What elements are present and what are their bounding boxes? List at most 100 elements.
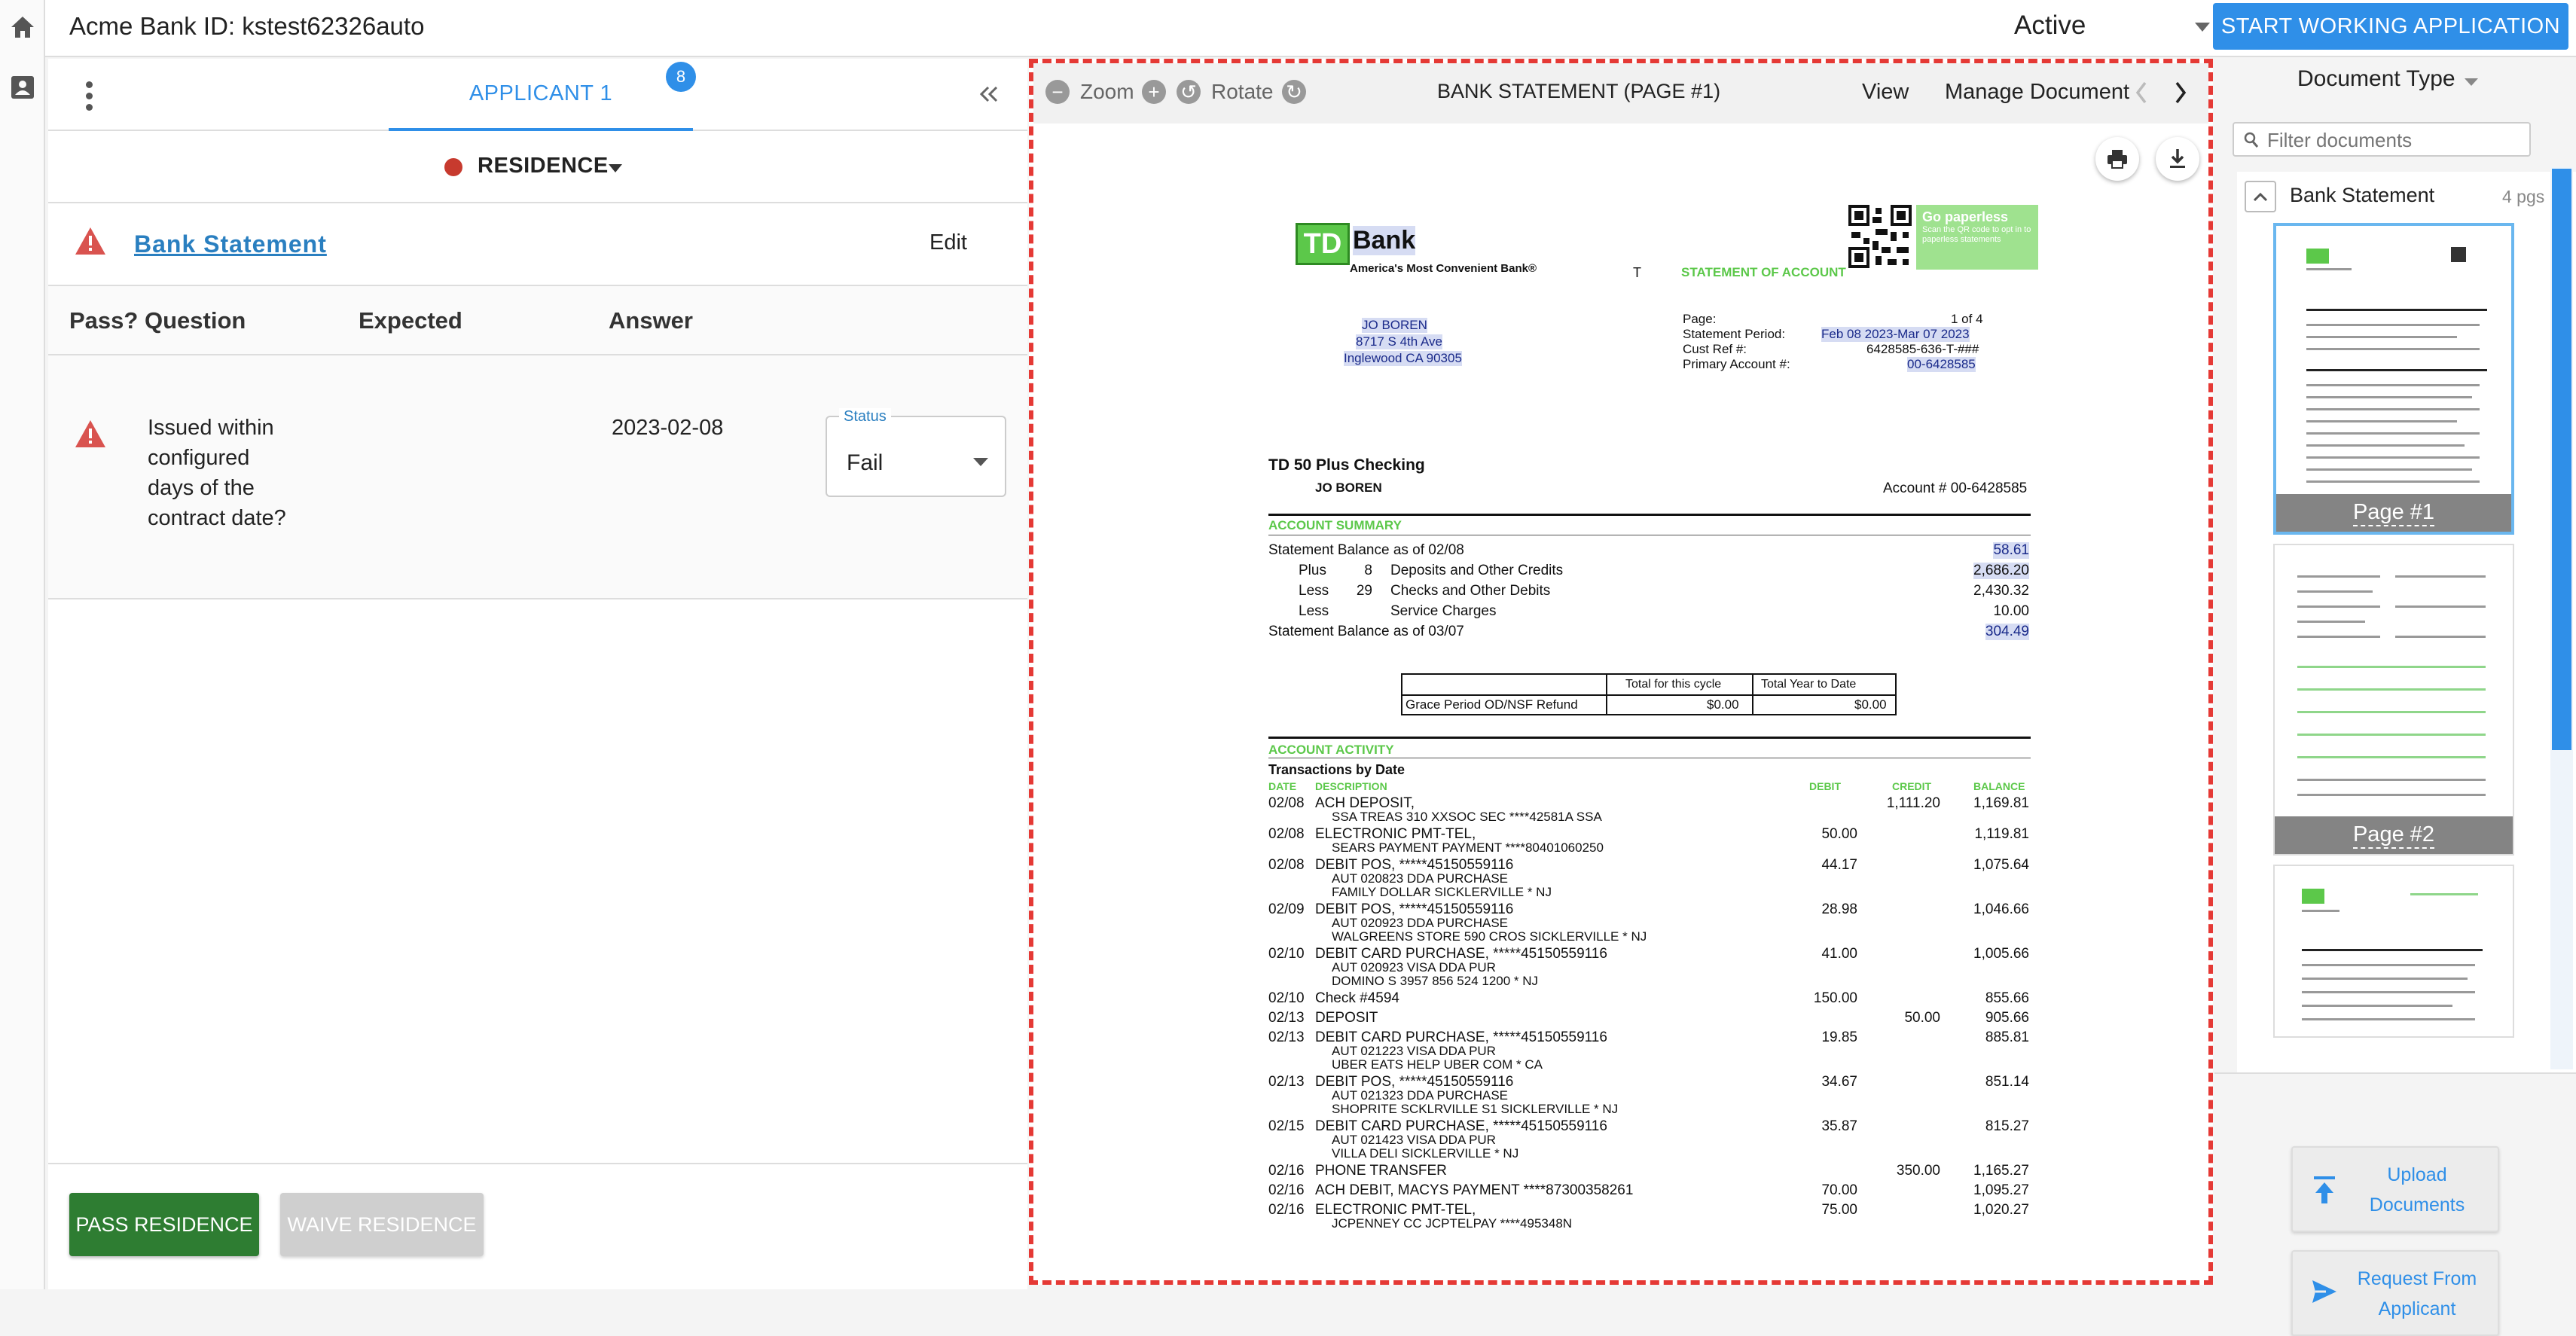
divider xyxy=(1268,737,2031,739)
txn-balance: 1,169.81 xyxy=(1973,795,2029,811)
zoom-out-icon[interactable]: − xyxy=(1045,80,1070,104)
thumbnail-scrollbar-track[interactable] xyxy=(2550,167,2573,1069)
summary-amount: 10.00 xyxy=(1993,603,2029,619)
page-label: Page: xyxy=(1683,312,1717,326)
statement-page: TD Bank America's Most Convenient Bank® … xyxy=(1033,124,2208,1280)
rotate-label: Rotate xyxy=(1211,80,1274,103)
contact-card-icon[interactable] xyxy=(6,71,39,104)
txn-date: 02/16 xyxy=(1268,1163,1305,1179)
page-thumbnail-2[interactable]: Page #2 xyxy=(2273,544,2514,856)
txn-debit: 50.00 xyxy=(1821,826,1857,842)
search-icon xyxy=(2244,132,2259,148)
manage-document-menu[interactable]: Manage Document xyxy=(1945,80,2129,105)
column-answer: Answer xyxy=(609,307,693,334)
txn-date: 02/08 xyxy=(1268,826,1305,842)
thumbnail-scrollbar-thumb[interactable] xyxy=(2552,169,2571,750)
chevron-down-icon xyxy=(973,458,988,466)
txn-debit: 75.00 xyxy=(1821,1202,1857,1218)
txn-detail: DOMINO S 3957 856 524 1200 * NJ xyxy=(1332,974,1539,988)
txn-credit: 50.00 xyxy=(1904,1010,1940,1026)
download-icon[interactable] xyxy=(2156,137,2199,181)
account-holder: JO BOREN xyxy=(1315,480,1382,495)
txn-detail: AUT 021223 VISA DDA PUR xyxy=(1332,1044,1496,1058)
summary-count: 8 xyxy=(1364,563,1372,578)
txn-date: 02/10 xyxy=(1268,946,1305,962)
filter-documents-field[interactable] xyxy=(2233,122,2531,157)
tab-applicant-1[interactable]: APPLICANT 1 xyxy=(389,59,693,131)
zoom-label: Zoom xyxy=(1080,80,1134,103)
left-rail xyxy=(0,0,45,1289)
page-thumbnail-1[interactable]: Page #1 xyxy=(2273,223,2514,535)
txn-balance: 1,095.27 xyxy=(1973,1182,2029,1198)
account-number: Account # 00-6428585 xyxy=(1883,480,2028,496)
address-name: JO BOREN xyxy=(1362,318,1427,333)
summary-amount: 2,430.32 xyxy=(1973,583,2029,599)
divider xyxy=(1268,514,2031,516)
txn-debit: 28.98 xyxy=(1821,901,1857,917)
txn-date: 02/10 xyxy=(1268,990,1305,1006)
txn-date: 02/13 xyxy=(1268,1010,1305,1026)
viewer-title: BANK STATEMENT (PAGE #1) xyxy=(1437,80,1721,102)
summary-label: Plus xyxy=(1299,563,1326,578)
paperless-text: Scan the QR code to opt in to paperless … xyxy=(1922,225,2031,244)
txn-credit: 1,111.20 xyxy=(1886,795,1940,811)
status-legend: Status xyxy=(839,408,891,426)
applicant-tabs-header: APPLICANT 1 8 xyxy=(48,59,1027,131)
edit-button[interactable]: Edit xyxy=(929,230,967,255)
txn-debit: 44.17 xyxy=(1821,857,1857,873)
txn-detail: AUT 021323 DDA PURCHASE xyxy=(1332,1088,1509,1103)
upload-documents-button[interactable]: Upload Documents xyxy=(2291,1146,2499,1232)
more-options-icon[interactable] xyxy=(74,78,104,113)
filter-documents-input[interactable] xyxy=(2267,128,2523,152)
table-row: Issued within configured days of the con… xyxy=(48,355,1027,599)
txn-debit: 41.00 xyxy=(1821,946,1857,962)
txn-balance: 1,020.27 xyxy=(1973,1202,2029,1218)
column-question: Question xyxy=(145,307,246,334)
paperless-title: Go paperless xyxy=(1922,209,2009,224)
status-value: Fail xyxy=(847,450,884,475)
txn-date: 02/09 xyxy=(1268,901,1305,917)
summary-label: Statement Balance as of 03/07 xyxy=(1268,624,1464,639)
txn-balance: 1,075.64 xyxy=(1973,857,2029,873)
start-working-application-button[interactable]: START WORKING APPLICATION xyxy=(2213,3,2568,50)
pass-residence-button[interactable]: PASS RESIDENCE xyxy=(69,1193,259,1256)
top-bar: Acme Bank ID: kstest62326auto Active STA… xyxy=(45,0,2576,57)
next-page-icon[interactable] xyxy=(2172,80,2189,109)
zoom-in-icon[interactable]: + xyxy=(1142,80,1166,104)
questions-table-header: Pass? Question Expected Answer xyxy=(48,286,1027,355)
application-status-select[interactable]: Active xyxy=(2014,11,2210,47)
document-group-count: 4 pgs xyxy=(2502,187,2545,206)
txn-detail: FAMILY DOLLAR SICKLERVILLE * NJ xyxy=(1332,885,1552,899)
collapse-group-icon[interactable] xyxy=(2245,181,2276,212)
waive-residence-button[interactable]: WAIVE RESIDENCE xyxy=(280,1193,484,1256)
previous-page-icon[interactable] xyxy=(2133,80,2150,109)
txn-detail: SEARS PAYMENT PAYMENT ****80401060250 xyxy=(1332,840,1604,855)
collapse-panel-icon[interactable] xyxy=(970,75,1008,113)
address-city: Inglewood CA 90305 xyxy=(1344,351,1462,366)
bank-statement-link[interactable]: Bank Statement xyxy=(134,230,327,258)
warning-icon xyxy=(74,226,107,260)
txn-balance: 1,165.27 xyxy=(1973,1163,2029,1179)
grace-table: Total for this cycle Total Year to Date … xyxy=(1401,673,1897,715)
primary-account-value: 00-6428585 xyxy=(1907,357,1976,372)
txn-detail: SSA TREAS 310 XXSOC SEC ****42581A SSA xyxy=(1332,810,1602,824)
print-icon[interactable] xyxy=(2095,137,2139,181)
txn-debit: 70.00 xyxy=(1821,1182,1857,1198)
upload-icon xyxy=(2314,1176,2335,1203)
chevron-down-icon xyxy=(609,164,622,172)
rotate-right-icon[interactable]: ↻ xyxy=(1282,80,1306,104)
td-logo: TD xyxy=(1296,223,1350,265)
home-icon[interactable] xyxy=(6,11,39,44)
summary-description: Service Charges xyxy=(1390,603,1497,619)
txn-debit: 19.85 xyxy=(1821,1029,1857,1045)
txn-detail: AUT 020923 VISA DDA PUR xyxy=(1332,960,1496,975)
status-select[interactable]: Status Fail xyxy=(826,408,1006,497)
page-thumbnail-3[interactable] xyxy=(2273,865,2514,1038)
view-menu[interactable]: View xyxy=(1862,80,1909,105)
rotate-left-icon[interactable]: ↺ xyxy=(1177,80,1201,104)
section-selector[interactable]: RESIDENCE xyxy=(48,131,1027,203)
request-from-applicant-button[interactable]: Request From Applicant xyxy=(2291,1250,2499,1336)
document-type-select[interactable]: Document Type xyxy=(2297,66,2455,92)
tab-badge: 8 xyxy=(666,62,696,92)
txn-description: Check #4594 xyxy=(1315,990,1399,1006)
